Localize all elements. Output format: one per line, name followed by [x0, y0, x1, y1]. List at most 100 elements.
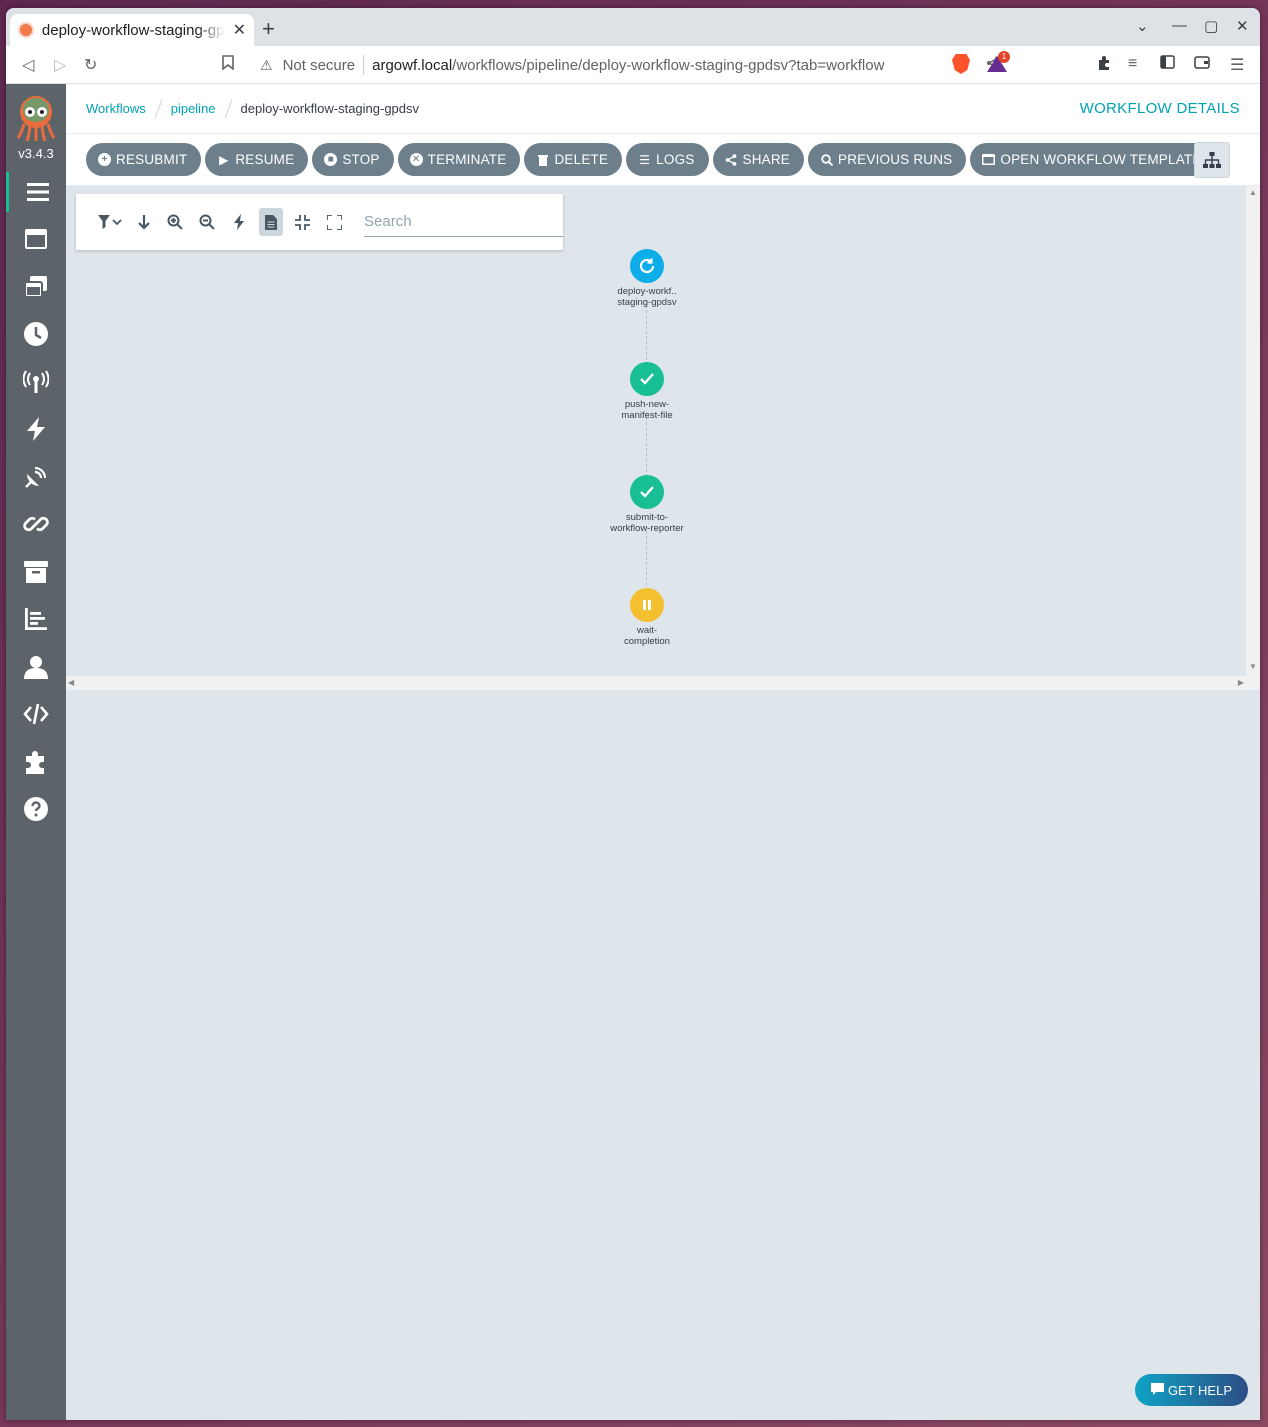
- node-label: deploy-workf.. staging-gpdsv: [602, 286, 692, 308]
- scroll-left-icon[interactable]: ◀: [68, 678, 74, 687]
- file-icon[interactable]: [258, 208, 283, 236]
- scroll-down-icon[interactable]: ▼: [1249, 662, 1257, 671]
- omnibox-divider: [363, 55, 365, 75]
- open-workflow-template-button[interactable]: OPEN WORKFLOW TEMPLATE: [970, 143, 1216, 176]
- download-icon[interactable]: [128, 208, 160, 236]
- stop-button[interactable]: ■ STOP: [312, 143, 394, 176]
- breadcrumb-workflows[interactable]: Workflows: [86, 101, 146, 116]
- previous-runs-button[interactable]: PREVIOUS RUNS: [808, 143, 967, 176]
- sidebar-item-event-flow[interactable]: [6, 457, 66, 497]
- sidebar-item-help[interactable]: [6, 789, 66, 829]
- sidebar-item-event-bindings[interactable]: [6, 504, 66, 544]
- node-label: submit-to- workflow-reporter: [602, 512, 692, 534]
- sitemap-icon: [1203, 152, 1221, 168]
- tab-strip: deploy-workflow-staging-gpdsv ✕ + ⌄ — ▢ …: [6, 8, 1260, 46]
- graph-search-input[interactable]: [364, 207, 564, 237]
- plus-circle-icon: +: [98, 153, 111, 166]
- sidebar-item-sensors[interactable]: [6, 409, 66, 449]
- trash-icon: [536, 153, 549, 166]
- url-host: argowf.local: [372, 56, 453, 74]
- browser-window: deploy-workflow-staging-gpdsv ✕ + ⌄ — ▢ …: [6, 8, 1260, 1420]
- menu-icon[interactable]: ☰: [1230, 55, 1244, 75]
- reload-icon[interactable]: ↻: [84, 55, 97, 75]
- compress-icon[interactable]: [287, 208, 319, 236]
- resubmit-button[interactable]: + RESUBMIT: [86, 143, 202, 176]
- address-bar[interactable]: ⚠ Not secure argowf.local /workflows/pip…: [250, 49, 1014, 81]
- zoom-in-icon[interactable]: [159, 208, 191, 236]
- graph-view-toggle[interactable]: [1194, 142, 1230, 178]
- zoom-out-icon[interactable]: [191, 208, 223, 236]
- pause-icon: [630, 588, 664, 622]
- expand-icon[interactable]: [318, 208, 350, 236]
- url-path: /workflows/pipeline/deploy-workflow-stag…: [452, 56, 885, 74]
- horizontal-scrollbar[interactable]: ◀ ▶: [66, 676, 1246, 690]
- get-help-button[interactable]: GET HELP: [1134, 1374, 1248, 1406]
- window-close-icon[interactable]: ✕: [1236, 17, 1249, 35]
- tab-search-icon[interactable]: ⌄: [1136, 17, 1149, 35]
- logs-button[interactable]: ☰ LOGS: [626, 143, 709, 176]
- top-bar: Workflows pipeline deploy-workflow-stagi…: [66, 84, 1260, 134]
- extensions-icon[interactable]: [1096, 55, 1112, 76]
- sidebar-item-workflows[interactable]: [6, 172, 66, 212]
- logs-label: LOGS: [656, 152, 695, 167]
- sidebar-item-api-docs[interactable]: [6, 694, 66, 734]
- broadcast-icon: [23, 370, 49, 393]
- sidebar-item-event-sources[interactable]: [6, 362, 66, 402]
- graph-edge: [646, 526, 647, 596]
- bookmark-icon[interactable]: [222, 55, 234, 75]
- node-label-line: wait-: [636, 625, 658, 636]
- sidebar-item-reports[interactable]: [6, 599, 66, 639]
- question-icon: [24, 797, 48, 821]
- graph-node-wait-completion[interactable]: wait- completion: [602, 588, 692, 647]
- stop-circle-icon: ■: [324, 153, 338, 166]
- breadcrumb-namespace[interactable]: pipeline: [171, 101, 216, 116]
- workflow-graph[interactable]: deploy-workf.. staging-gpdsv push-new- m…: [66, 186, 1260, 690]
- forward-icon[interactable]: ▷: [54, 55, 66, 75]
- maximize-icon[interactable]: ▢: [1204, 17, 1218, 35]
- chart-icon: [25, 608, 47, 630]
- previous-runs-label: PREVIOUS RUNS: [838, 152, 953, 167]
- sidebar-item-archived-workflows[interactable]: [6, 552, 66, 592]
- puzzle-icon: [26, 751, 44, 774]
- playlist-icon[interactable]: ≡: [1128, 55, 1137, 73]
- node-label-line: staging-gpdsv: [617, 297, 677, 308]
- sidebar-item-cluster-workflow-templates[interactable]: [6, 267, 66, 307]
- share-button[interactable]: SHARE: [712, 143, 805, 176]
- window-icon: [982, 153, 996, 166]
- graph-node-push-new-manifest-file[interactable]: push-new- manifest-file: [602, 362, 692, 421]
- terminate-button[interactable]: ✕ TERMINATE: [397, 143, 521, 176]
- delete-label: DELETE: [554, 152, 609, 167]
- scroll-up-icon[interactable]: ▲: [1249, 188, 1257, 197]
- check-icon: [630, 362, 664, 396]
- breadcrumb-separator: [224, 98, 232, 119]
- breadcrumb-current: deploy-workflow-staging-gpdsv: [240, 101, 420, 116]
- resubmit-label: RESUBMIT: [116, 152, 188, 167]
- new-tab-icon[interactable]: +: [262, 16, 275, 42]
- vertical-scrollbar[interactable]: ▲ ▼: [1246, 186, 1260, 690]
- argo-logo-icon[interactable]: [16, 94, 56, 142]
- sidebar-toggle-icon[interactable]: [1160, 55, 1175, 74]
- resume-button[interactable]: ▶ RESUME: [205, 143, 309, 176]
- archive-icon: [24, 561, 48, 583]
- graph-node-submit-to-workflow-reporter[interactable]: submit-to- workflow-reporter: [602, 475, 692, 534]
- browser-tab[interactable]: deploy-workflow-staging-gpdsv ✕: [10, 14, 254, 46]
- delete-button[interactable]: DELETE: [524, 143, 623, 176]
- security-label[interactable]: Not secure: [283, 57, 356, 74]
- comment-icon: [1150, 1382, 1164, 1398]
- main-content: Workflows pipeline deploy-workflow-stagi…: [66, 84, 1260, 1420]
- back-icon[interactable]: ◁: [22, 55, 34, 75]
- sidebar-item-cron-workflows[interactable]: [6, 314, 66, 354]
- sidebar-item-plugins[interactable]: [6, 742, 66, 782]
- minimize-icon[interactable]: —: [1172, 17, 1187, 34]
- warning-icon[interactable]: ⚠: [260, 57, 273, 74]
- tab-close-icon[interactable]: ✕: [233, 20, 246, 40]
- scroll-right-icon[interactable]: ▶: [1238, 678, 1244, 687]
- argo-favicon-icon: [18, 22, 34, 38]
- sidebar-item-workflow-templates[interactable]: [6, 219, 66, 259]
- graph-node-root[interactable]: deploy-workf.. staging-gpdsv: [602, 249, 692, 308]
- wallet-icon[interactable]: [1194, 55, 1210, 74]
- bolt-icon[interactable]: [223, 208, 255, 236]
- node-label-line: submit-to-: [625, 512, 669, 523]
- sidebar-item-user[interactable]: [6, 647, 66, 687]
- filter-dropdown-button[interactable]: [92, 208, 128, 236]
